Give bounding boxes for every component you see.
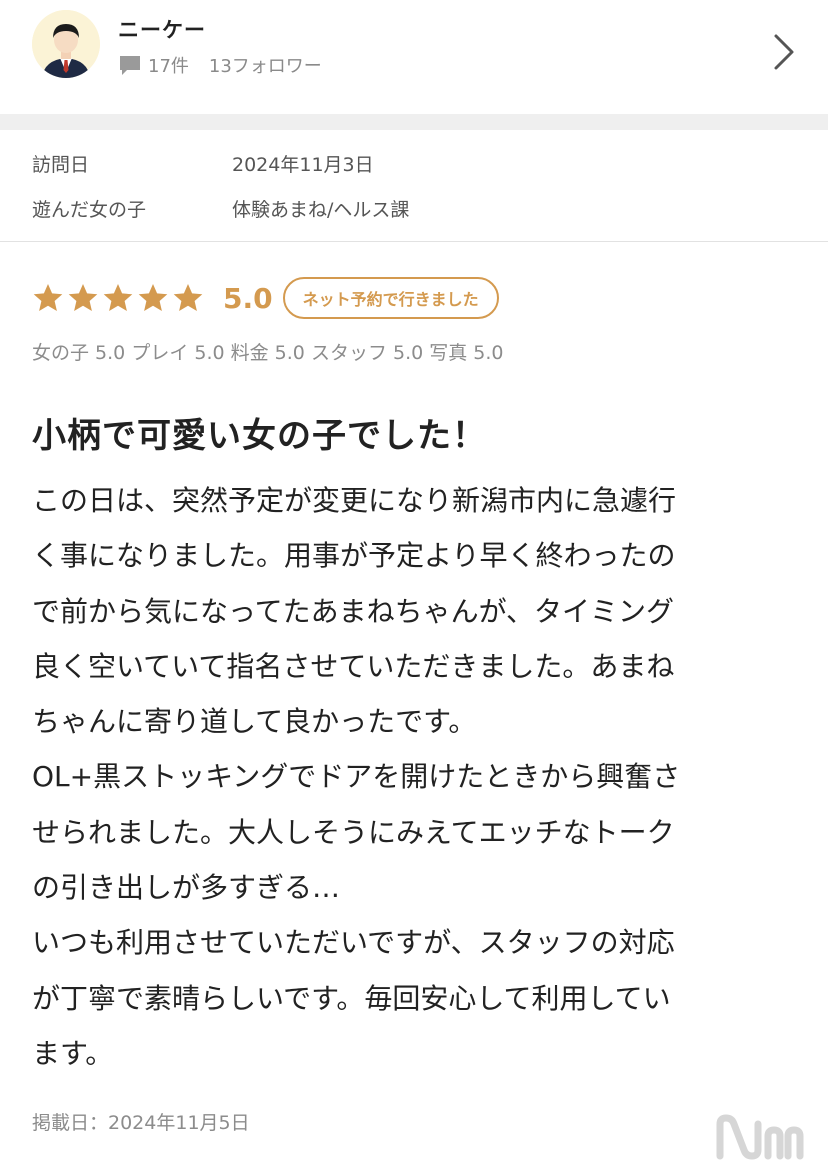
- visit-girl-value: 体験あまね/ヘルス課: [232, 198, 410, 221]
- review-line: が丁寧で素晴らしいです。毎回安心して利用してい: [32, 981, 671, 1015]
- review-title: 小柄で可愛い女の子でした！: [32, 416, 487, 456]
- star-icon: [138, 284, 168, 311]
- visit-info: 訪問日 2024年11月3日 遊んだ女の子 体験あまね/ヘルス課: [0, 130, 828, 242]
- sub-score: 料金 5.0: [230, 342, 305, 364]
- posted-date: 掲載日：2024年11月5日: [32, 1112, 250, 1134]
- reviewer-name[interactable]: ニーケー: [118, 14, 206, 44]
- review-line: この日は、突然予定が変更になり新潟市内に急遽行: [32, 484, 677, 517]
- follower-count: 13フォロワー: [208, 56, 322, 77]
- section-divider: [0, 114, 828, 130]
- rating-row: 5.0 ネット予約で行きました: [32, 276, 499, 320]
- sub-scores: 女の子 5.0 プレイ 5.0 料金 5.0 スタッフ 5.0 写真 5.0: [32, 338, 504, 365]
- review-line: いつも利用させていただいですが、スタッフの対応: [32, 926, 675, 960]
- visit-date-row: 訪問日 2024年11月3日: [32, 148, 374, 178]
- reviewer-header[interactable]: ニーケー 17件 13フォロワー: [0, 0, 828, 114]
- visit-girl-label: 遊んだ女の子: [32, 198, 147, 221]
- star-icon: [173, 284, 203, 311]
- sub-score: プレイ 5.0: [131, 342, 225, 364]
- review-line: ちゃんに寄り道して良かったです。: [32, 705, 477, 739]
- avatar-icon: [32, 10, 100, 78]
- review-line: ます。: [32, 1036, 114, 1070]
- rating-score: 5.0: [223, 281, 273, 315]
- star-rating: [32, 282, 207, 314]
- watermark-logo: [712, 1110, 816, 1162]
- reservation-badge: ネット予約で行きました: [282, 277, 499, 319]
- review-line: 良く空いていて指名させていただきました。あまね: [32, 649, 675, 683]
- review-line: せられました。大人しそうにみえてエッチなトーク: [32, 815, 675, 849]
- sub-score: 写真 5.0: [429, 342, 504, 364]
- review-line: で前から気になってたあまねちゃんが、タイミング: [32, 594, 675, 628]
- reviewer-meta: 17件 13フォロワー: [118, 52, 322, 78]
- star-icon: [68, 284, 98, 311]
- visit-girl-row: 遊んだ女の子 体験あまね/ヘルス課: [32, 193, 409, 223]
- visit-date-label: 訪問日: [32, 153, 90, 176]
- review-line: く事になりました。用事が予定より早く終わったの: [32, 539, 676, 573]
- star-icon: [33, 284, 63, 311]
- review-line: の引き出しが多すぎる…: [32, 871, 341, 905]
- comment-icon: [118, 53, 142, 77]
- sub-score: 女の子 5.0: [32, 342, 126, 364]
- review-line: OL+黒ストッキングでドアを開けたときから興奮さ: [32, 760, 681, 794]
- avatar[interactable]: [32, 10, 100, 78]
- review-body: この日は、突然予定が変更になり新潟市内に急遽行 く事になりました。用事が予定より早…: [32, 473, 802, 1081]
- visit-date-value: 2024年11月3日: [232, 153, 374, 176]
- review-count: 17件: [148, 56, 189, 77]
- star-icon: [103, 284, 133, 311]
- sub-score: スタッフ 5.0: [310, 342, 424, 364]
- chevron-right-icon[interactable]: [768, 32, 798, 72]
